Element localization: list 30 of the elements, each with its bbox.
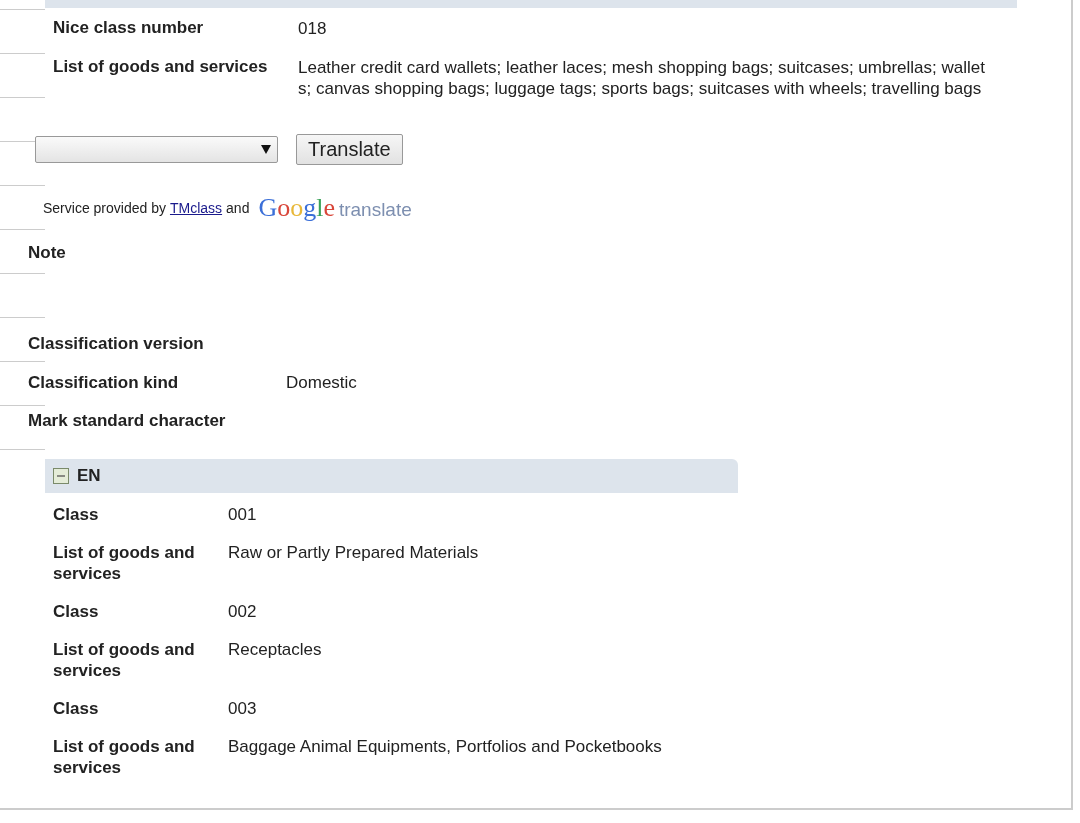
field-value: 018 [298,18,327,39]
section-title: EN [77,465,101,486]
field-label: List of goods and services [53,57,269,78]
field-value: Raw or Partly Prepared Materials [228,541,479,564]
field-label: List of goods and services [53,735,196,778]
tmclass-link[interactable]: TMclass [169,200,223,216]
caret-icon [261,144,271,154]
field-label: Mark standard character [28,411,227,432]
google-translate-logo: Google translate [258,193,412,223]
field-value: 002 [228,600,257,622]
field-label: Classification kind [28,372,180,394]
field-label: Class [53,600,100,622]
field-value: Leather credit card wallets; leather laces; mesh shopping bags; suitcases; umbrellas; wallet s; canvas shopping bags; luggage tags; sports bags; suitcases with wheels; travelling bags [298,57,985,99]
collapse-icon[interactable] [53,467,69,484]
field-value: Domestic [286,372,357,394]
field-value: Receptacles [228,638,322,661]
language-select[interactable] [35,135,278,163]
field-label: List of goods and services [53,541,196,584]
credit-text: Service provided by [43,200,166,216]
field-label: Classification version [28,334,205,355]
field-value: Baggage Animal Equipments, Portfolios and Pocketbooks [228,735,662,758]
translate-button[interactable]: Translate [296,133,403,165]
field-value: 003 [228,697,257,719]
field-label: Class [53,697,100,719]
field-label: Class [53,503,100,525]
field-label: List of goods and services [53,638,196,681]
field-value: 001 [228,503,257,525]
field-label: Note [28,243,67,264]
credit-text: and [226,200,250,216]
field-label: Nice class number [53,18,205,39]
